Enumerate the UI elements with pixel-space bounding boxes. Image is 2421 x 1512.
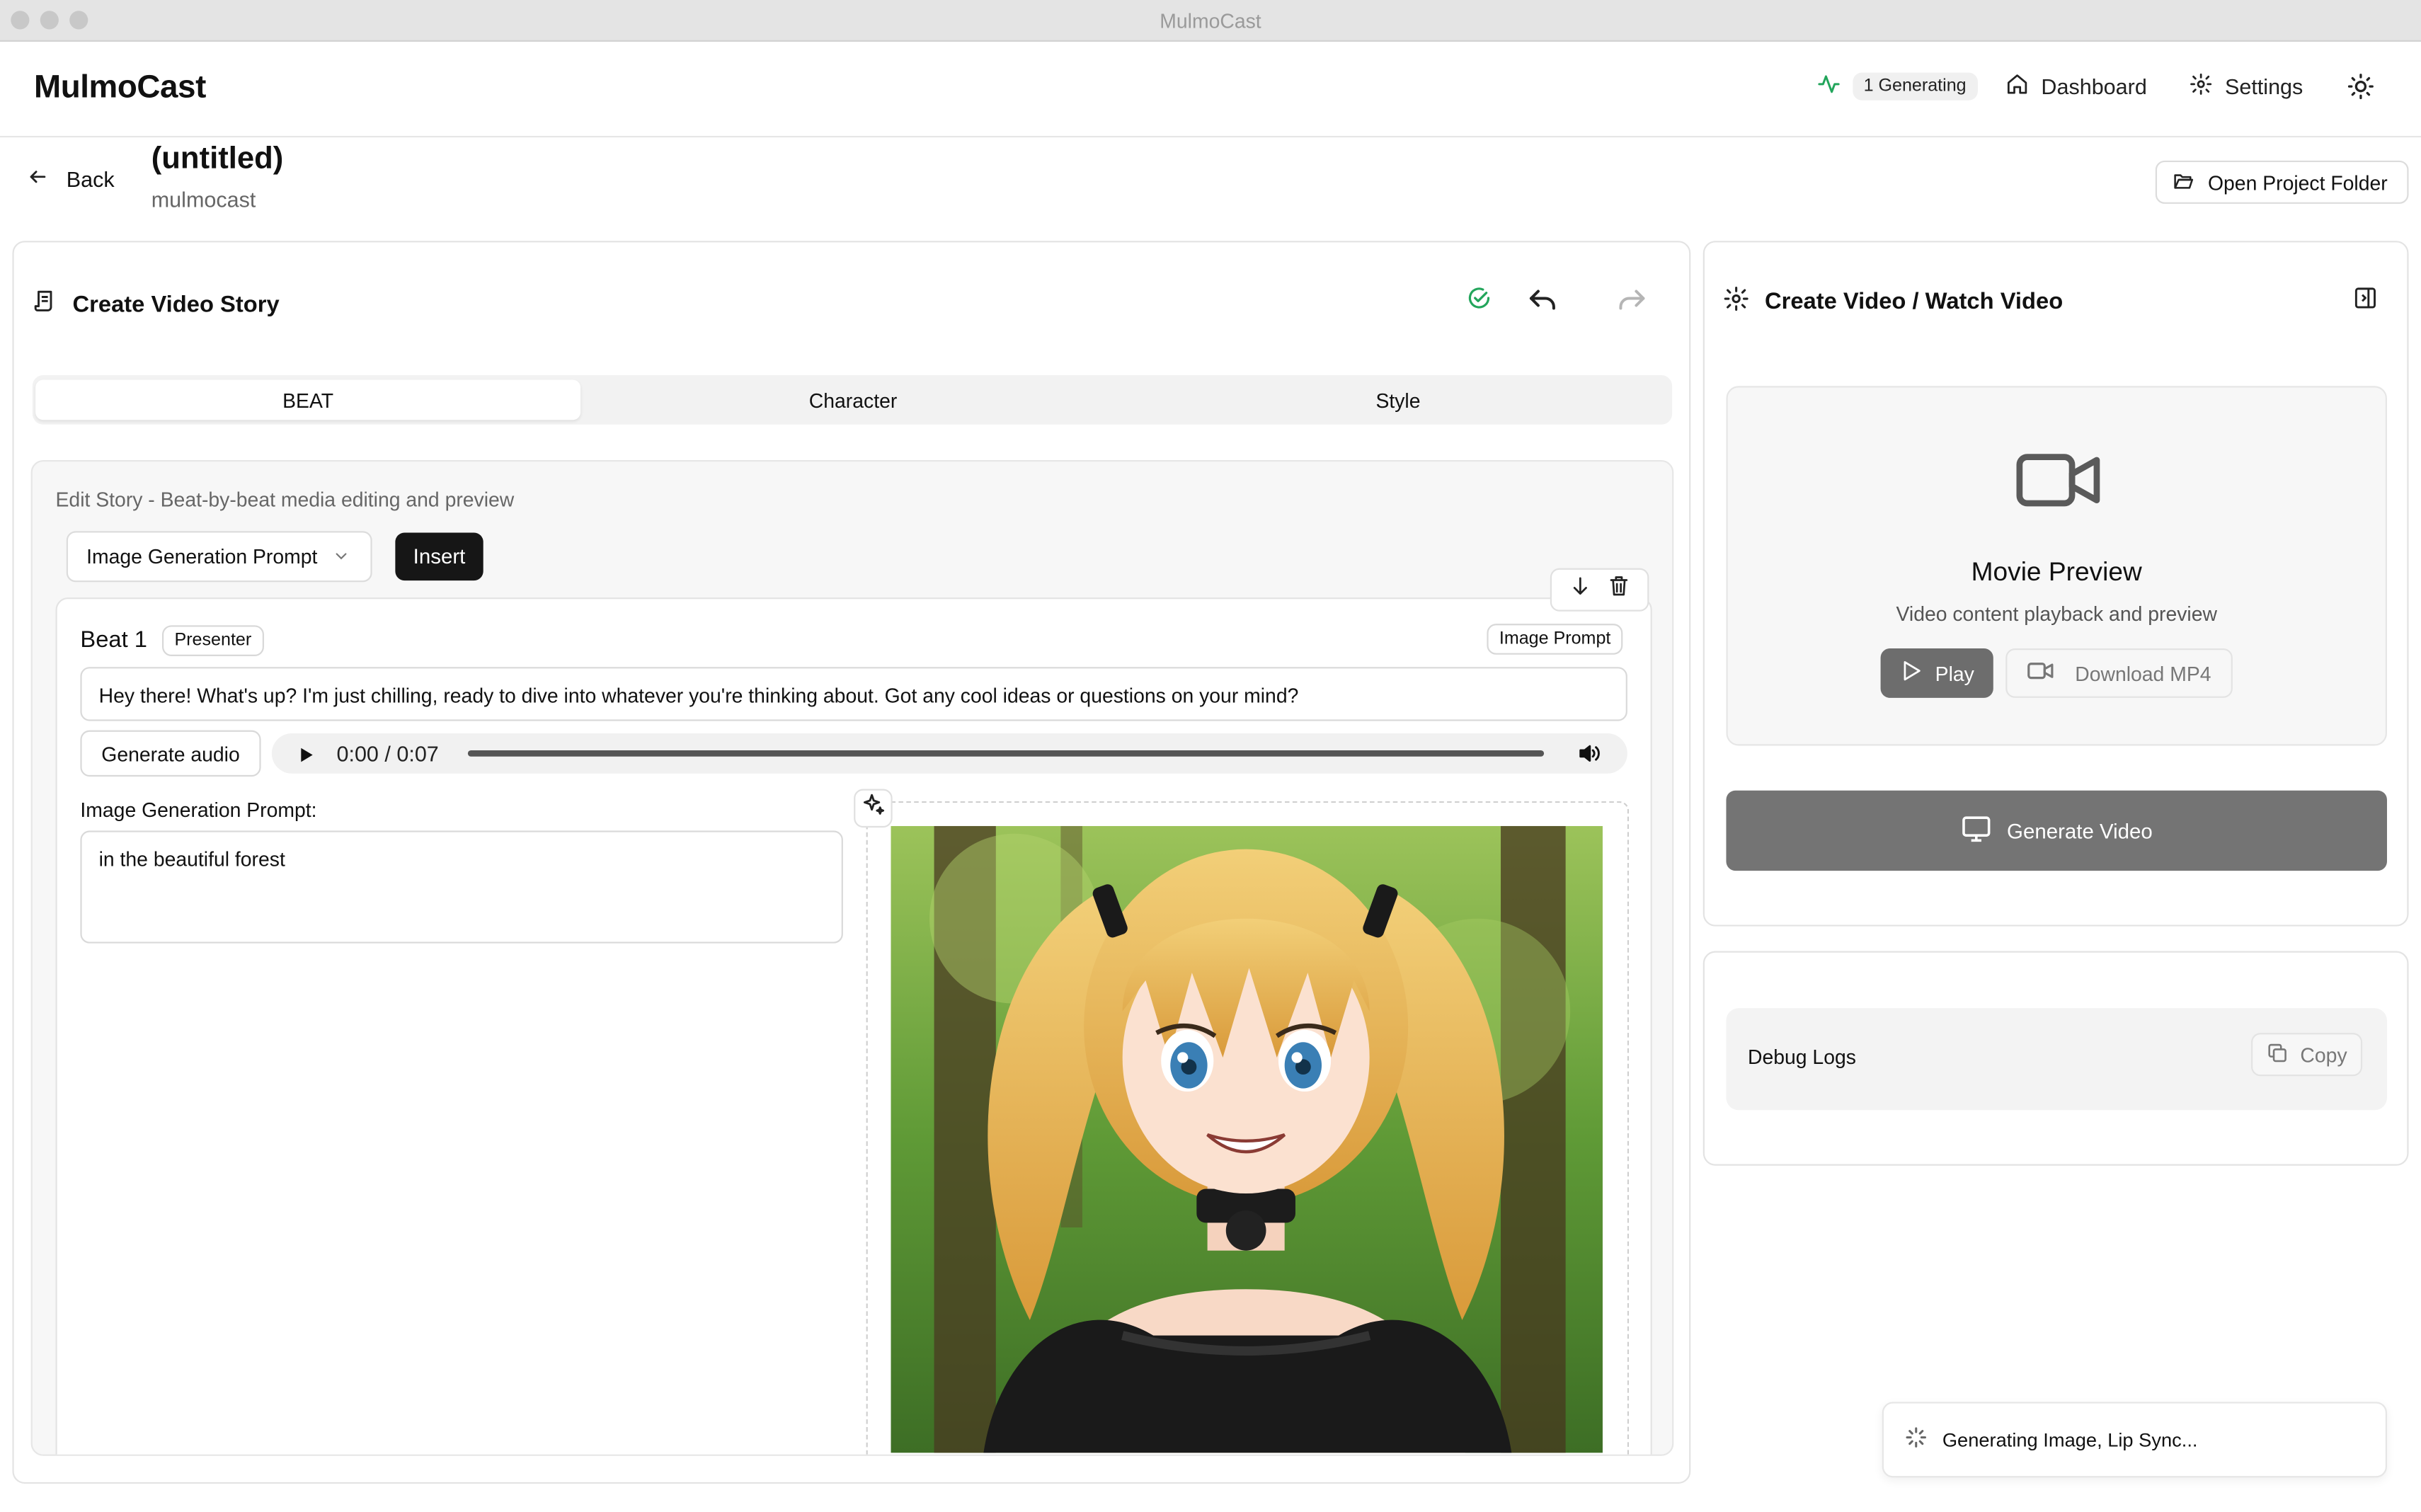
undo-icon <box>1526 290 1559 326</box>
gear-icon <box>1723 286 1749 319</box>
beat-editor-area: Edit Story - Beat-by-beat media editing … <box>30 459 1674 1456</box>
debug-logs-label[interactable]: Debug Logs <box>1748 1046 1856 1069</box>
back-label: Back <box>66 166 115 192</box>
video-panel: Create Video / Watch Video Movie Preview… <box>1702 241 2409 927</box>
redo-button[interactable] <box>1615 286 1649 328</box>
generate-video-button[interactable]: Generate Video <box>1726 790 2387 871</box>
app-window: MulmoCast MulmoCast 1 Generating Dashboa… <box>0 0 2421 1512</box>
theme-toggle-button[interactable] <box>2347 73 2374 105</box>
generated-image[interactable] <box>891 825 1603 1453</box>
volume-icon[interactable] <box>1576 741 1601 774</box>
tab-character[interactable]: Character <box>580 380 1126 420</box>
image-prompt-textarea[interactable]: in the beautiful forest <box>80 830 843 944</box>
preview-subtitle: Video content playback and preview <box>1896 602 2217 626</box>
play-video-button[interactable]: Play <box>1880 648 1993 698</box>
download-mp4-label: Download MP4 <box>2075 661 2211 685</box>
spinner-icon <box>1905 1426 1927 1453</box>
nav-settings[interactable]: Settings <box>2190 73 2303 101</box>
beat-toolbar <box>1550 568 1649 612</box>
video-camera-icon <box>2015 449 2101 519</box>
generated-image-frame <box>866 801 1630 1455</box>
collapse-panel-icon[interactable] <box>2353 286 2378 319</box>
back-button[interactable]: Back <box>28 166 115 192</box>
window-titlebar: MulmoCast <box>0 0 2421 42</box>
tab-beat[interactable]: BEAT <box>35 379 581 420</box>
preview-title: Movie Preview <box>1971 557 2142 587</box>
story-editor-panel: Create Video Story BEAT Character Style … <box>12 241 1691 1484</box>
progress-toast: Generating Image, Lip Sync... <box>1882 1402 2387 1478</box>
speaker-badge[interactable]: Presenter <box>162 625 264 656</box>
monitor-icon <box>1961 815 1992 847</box>
tab-style[interactable]: Style <box>1126 380 1671 420</box>
beat-type-select[interactable]: Image Generation Prompt <box>66 531 372 583</box>
nav-dashboard[interactable]: Dashboard <box>2005 73 2147 101</box>
chevron-down-icon <box>333 545 348 568</box>
beat-text-input[interactable]: Hey there! What's up? I'm just chilling,… <box>80 667 1627 721</box>
redo-icon <box>1615 290 1649 326</box>
folder-open-icon <box>2173 169 2194 195</box>
beat-card: Beat 1 Presenter Image Prompt Hey there!… <box>55 597 1652 1455</box>
saved-status-icon <box>1467 286 1492 319</box>
video-panel-title: Create Video / Watch Video <box>1764 288 2064 315</box>
window-title: MulmoCast <box>1160 9 1261 33</box>
open-project-folder-button[interactable]: Open Project Folder <box>2155 160 2409 204</box>
move-down-icon[interactable] <box>1568 574 1591 605</box>
copy-logs-label: Copy <box>2300 1043 2347 1067</box>
debug-logs-box: Debug Logs Copy <box>1726 1008 2387 1111</box>
project-title: (untitled) <box>151 142 284 176</box>
editor-tabs: BEAT Character Style <box>32 375 1673 425</box>
open-folder-label: Open Project Folder <box>2207 171 2388 194</box>
scroll-icon <box>33 289 57 320</box>
download-mp4-button[interactable]: Download MP4 <box>2005 648 2233 698</box>
movie-preview: Movie Preview Video content playback and… <box>1726 386 2387 746</box>
activity-icon <box>1817 73 1841 101</box>
sun-icon <box>2347 73 2374 105</box>
copy-icon <box>2266 1041 2288 1067</box>
arrow-left-icon <box>28 167 47 192</box>
trash-icon[interactable] <box>1608 574 1631 605</box>
prompt-label: Image Generation Prompt: <box>80 798 317 822</box>
nav-settings-label: Settings <box>2224 74 2303 99</box>
sparkles-icon <box>861 792 886 825</box>
beat-type-badge: Image Prompt <box>1487 624 1623 655</box>
beat-type-select-value: Image Generation Prompt <box>86 544 318 568</box>
audio-time: 0:00 / 0:07 <box>336 740 439 766</box>
story-editor-heading: Create Video Story <box>33 289 280 320</box>
generate-video-label: Generate Video <box>2007 819 2153 842</box>
beat-title: Beat 1 <box>80 626 148 653</box>
gear-icon <box>2190 73 2213 101</box>
play-icon[interactable] <box>297 744 315 772</box>
play-video-label: Play <box>1935 661 1974 685</box>
brand-logo[interactable]: MulmoCast <box>34 69 206 106</box>
undo-button[interactable] <box>1526 286 1559 328</box>
status-badge: 1 Generating <box>1853 72 1977 101</box>
regenerate-image-button[interactable] <box>854 789 893 828</box>
nav-dashboard-label: Dashboard <box>2041 74 2147 99</box>
insert-beat-button[interactable]: Insert <box>395 532 483 581</box>
play-icon <box>1900 659 1923 687</box>
debug-logs-panel: Debug Logs Copy <box>1702 951 2409 1166</box>
copy-logs-button[interactable]: Copy <box>2251 1033 2363 1077</box>
generate-audio-button[interactable]: Generate audio <box>80 730 261 777</box>
story-editor-title: Create Video Story <box>72 291 280 318</box>
app-header: MulmoCast 1 Generating Dashboard Setting… <box>0 42 2421 138</box>
video-icon <box>2027 661 2054 686</box>
editor-description: Edit Story - Beat-by-beat media editing … <box>55 488 515 511</box>
audio-player: 0:00 / 0:07 <box>271 733 1627 774</box>
home-icon <box>2005 73 2029 101</box>
toast-message: Generating Image, Lip Sync... <box>1942 1428 2198 1451</box>
generating-status[interactable]: 1 Generating <box>1817 72 1977 101</box>
video-panel-heading: Create Video / Watch Video <box>1723 286 2063 319</box>
project-subtitle: mulmocast <box>151 186 256 212</box>
audio-seek-slider[interactable] <box>467 750 1545 757</box>
